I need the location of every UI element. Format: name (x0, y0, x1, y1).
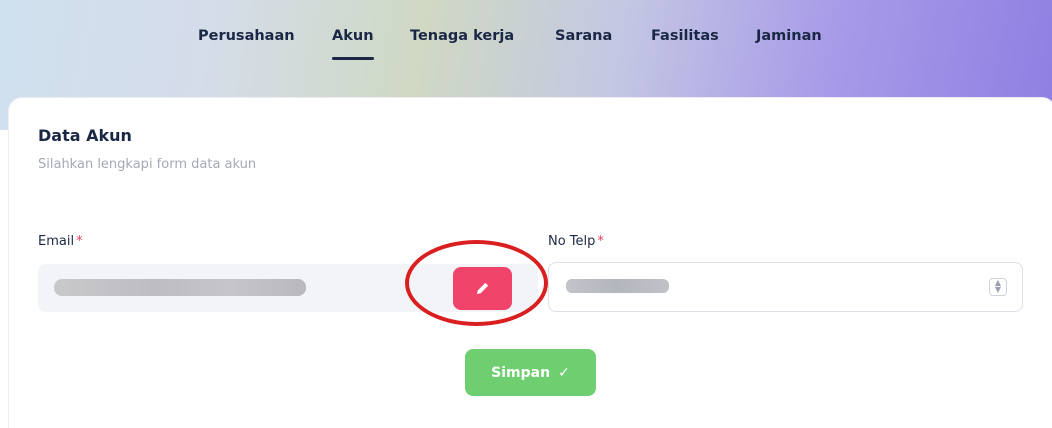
tab-akun[interactable]: Akun (332, 28, 374, 60)
tab-tenaga-kerja[interactable]: Tenaga kerja (410, 28, 514, 44)
tab-perusahaan[interactable]: Perusahaan (198, 28, 295, 44)
tab-jaminan[interactable]: Jaminan (756, 28, 822, 44)
check-icon: ✓ (558, 364, 570, 381)
number-spinner-icon[interactable]: ▲ ▼ (989, 278, 1007, 296)
pencil-icon (476, 282, 489, 295)
edit-email-button[interactable] (453, 267, 512, 310)
save-button[interactable]: Simpan ✓ (465, 349, 596, 396)
active-tab-indicator (332, 57, 374, 60)
tab-bar: Perusahaan Akun Tenaga kerja Sarana Fasi… (0, 22, 1052, 72)
redacted-email-value (54, 279, 306, 296)
page-title: Data Akun (38, 126, 132, 145)
required-mark: * (76, 234, 83, 249)
phone-field[interactable]: ▲ ▼ (548, 262, 1023, 312)
tab-fasilitas[interactable]: Fasilitas (651, 28, 719, 44)
page-subtitle: Silahkan lengkapi form data akun (38, 157, 257, 172)
required-mark: * (597, 234, 604, 249)
redacted-phone-value (566, 279, 669, 293)
email-label: Email * (38, 234, 83, 249)
tab-sarana[interactable]: Sarana (555, 28, 612, 44)
phone-label: No Telp * (548, 234, 604, 249)
